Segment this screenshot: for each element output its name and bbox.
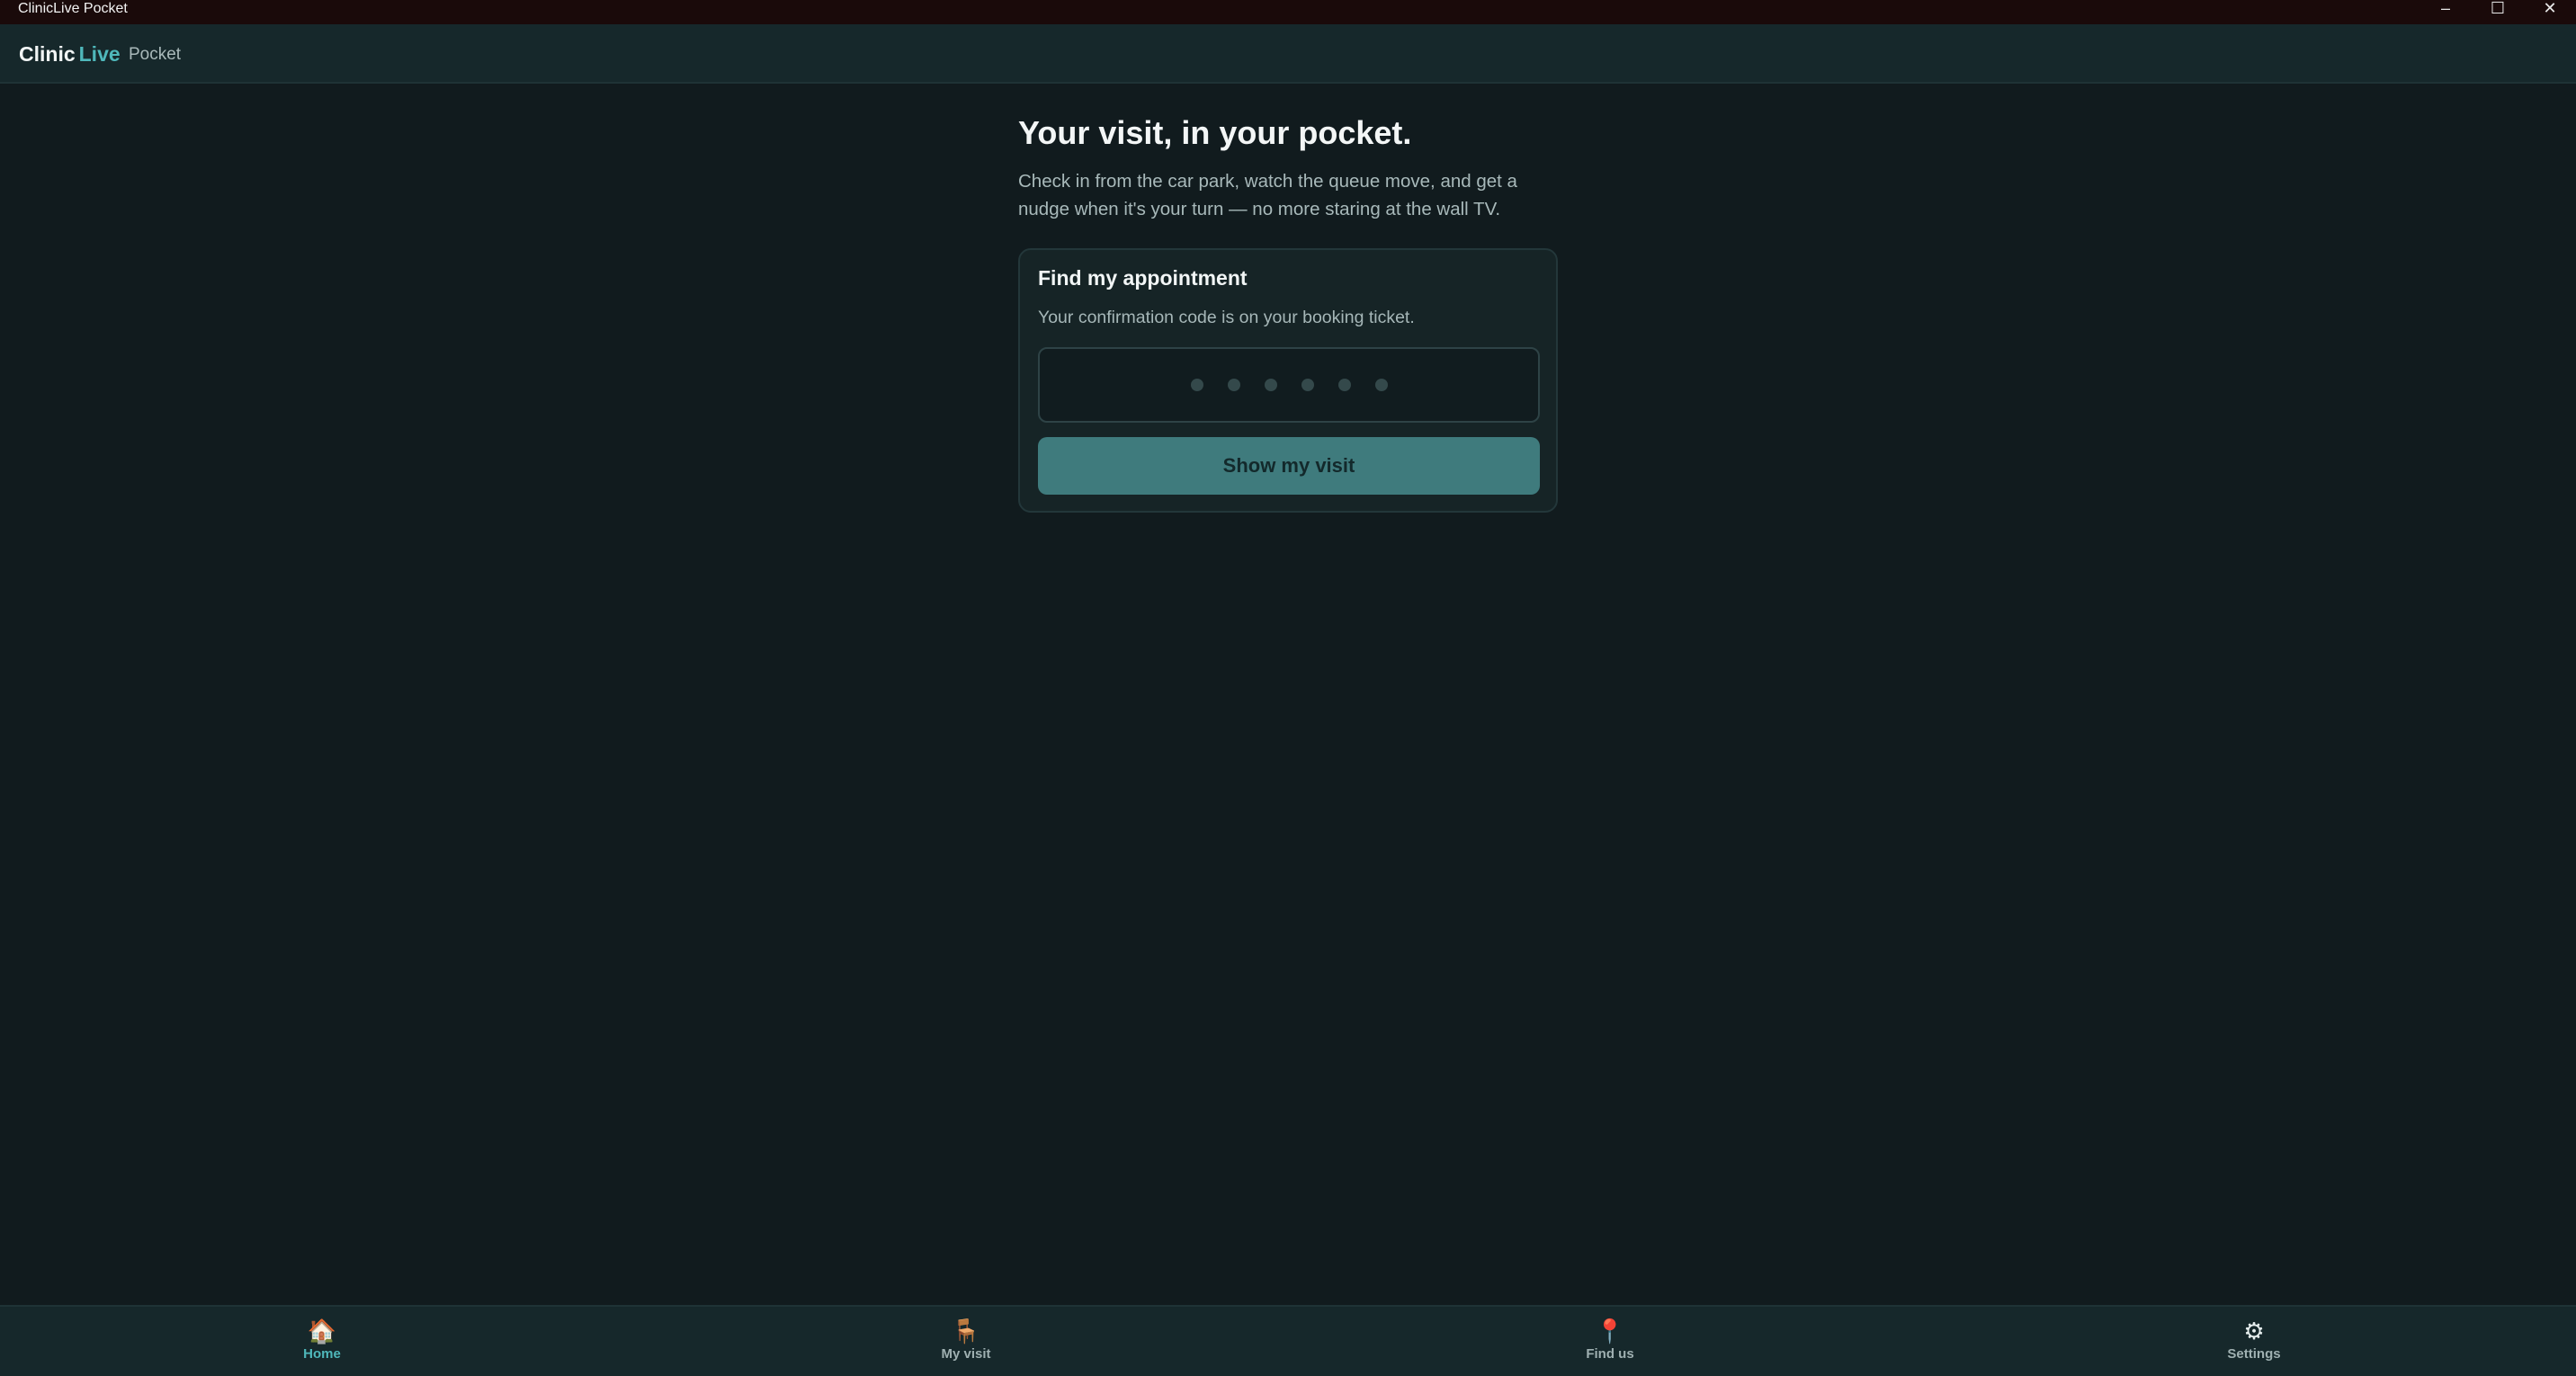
nav-item-home[interactable]: 🏠 Home [250, 1318, 394, 1372]
find-appointment-card: Find my appointment Your confirmation co… [1018, 248, 1558, 513]
brand-subtitle: Pocket [129, 45, 182, 64]
nav-label-find-us: Find us [1586, 1346, 1634, 1362]
house-icon: 🏠 [307, 1318, 337, 1345]
brand-logo: Clinic Live [19, 42, 121, 69]
bottom-nav: 🏠 Home 🪑 My visit 📍 Find us ⚙ Settings [0, 1305, 2576, 1376]
brand-name-clinic: Clinic [19, 42, 76, 66]
map-pin-icon: 📍 [1595, 1318, 1625, 1345]
nav-item-settings[interactable]: ⚙ Settings [2182, 1318, 2326, 1372]
maximize-button[interactable]: ☐ [2472, 0, 2524, 17]
code-slot-dot [1190, 379, 1203, 391]
nav-item-my-visit[interactable]: 🪑 My visit [894, 1318, 1038, 1372]
code-slot-dot [1264, 379, 1277, 391]
confirmation-code-input[interactable] [1038, 347, 1540, 423]
nav-label-settings: Settings [2227, 1346, 2281, 1362]
code-slot-dot [1337, 379, 1351, 391]
code-slot-dot [1301, 379, 1314, 391]
brand-name-live: Live [78, 42, 121, 66]
code-slot-dot [1227, 379, 1240, 391]
gear-icon: ⚙ [2243, 1318, 2265, 1345]
minimize-button[interactable]: – [2419, 0, 2472, 17]
nav-label-home: Home [303, 1346, 341, 1362]
chair-icon: 🪑 [951, 1318, 981, 1345]
show-my-visit-button[interactable]: Show my visit [1038, 437, 1540, 495]
app-header: Clinic Live Pocket [0, 24, 2576, 84]
code-slot-dot [1374, 379, 1388, 391]
close-button[interactable]: ✕ [2524, 0, 2576, 17]
card-title: Find my appointment [1038, 266, 1248, 290]
hero-section: Your visit, in your pocket. Check in fro… [1018, 108, 1558, 223]
page-title: Your visit, in your pocket. [1018, 114, 1412, 151]
window-title: ClinicLive Pocket [18, 1, 128, 16]
nav-item-find-us[interactable]: 📍 Find us [1538, 1318, 1682, 1372]
card-hint: Your confirmation code is on your bookin… [1038, 308, 1415, 327]
window-titlebar: ClinicLive Pocket – ☐ ✕ [0, 0, 2576, 24]
nav-label-my-visit: My visit [941, 1346, 991, 1362]
page-intro: Check in from the car park, watch the qu… [1018, 171, 1517, 219]
